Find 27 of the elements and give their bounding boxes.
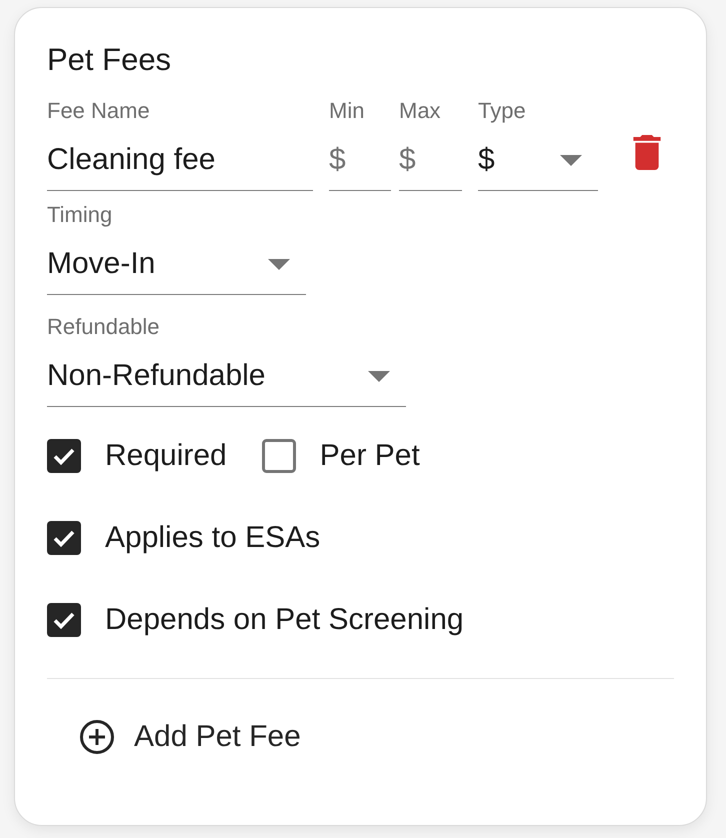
field-label: Max (399, 98, 442, 124)
caret-icon (560, 154, 582, 166)
checkbox-label: Required (105, 438, 227, 474)
field-label: Timing (47, 202, 114, 228)
checkbox-label: Per Pet (320, 438, 420, 474)
checkbox[interactable] (47, 603, 81, 637)
field-label: Min (329, 98, 366, 124)
dropdown-field[interactable]: Move-In (47, 246, 306, 295)
section-title: Pet Fees (47, 42, 172, 78)
field-label: Refundable (47, 314, 161, 340)
caret-icon (268, 258, 290, 270)
field-label: Fee Name (47, 98, 151, 124)
field-label: Type (478, 98, 527, 124)
text-field[interactable]: Cleaning fee (47, 142, 313, 191)
dropdown-field[interactable]: Non-Refundable (47, 358, 406, 407)
caret-icon (368, 370, 390, 382)
checkbox[interactable] (262, 439, 296, 473)
checkbox-label: Depends on Pet Screening (105, 602, 464, 638)
add-button[interactable]: Add Pet Fee (69, 713, 312, 761)
checkbox-label: Applies to ESAs (105, 520, 320, 556)
amount-field[interactable]: $ (329, 142, 391, 191)
checkbox[interactable] (47, 521, 81, 555)
amount-field[interactable]: $ (399, 142, 462, 191)
plus-circle-icon (80, 720, 114, 754)
dropdown-field[interactable]: $ (478, 142, 598, 191)
checkbox[interactable] (47, 439, 81, 473)
trash-icon[interactable] (633, 135, 661, 170)
